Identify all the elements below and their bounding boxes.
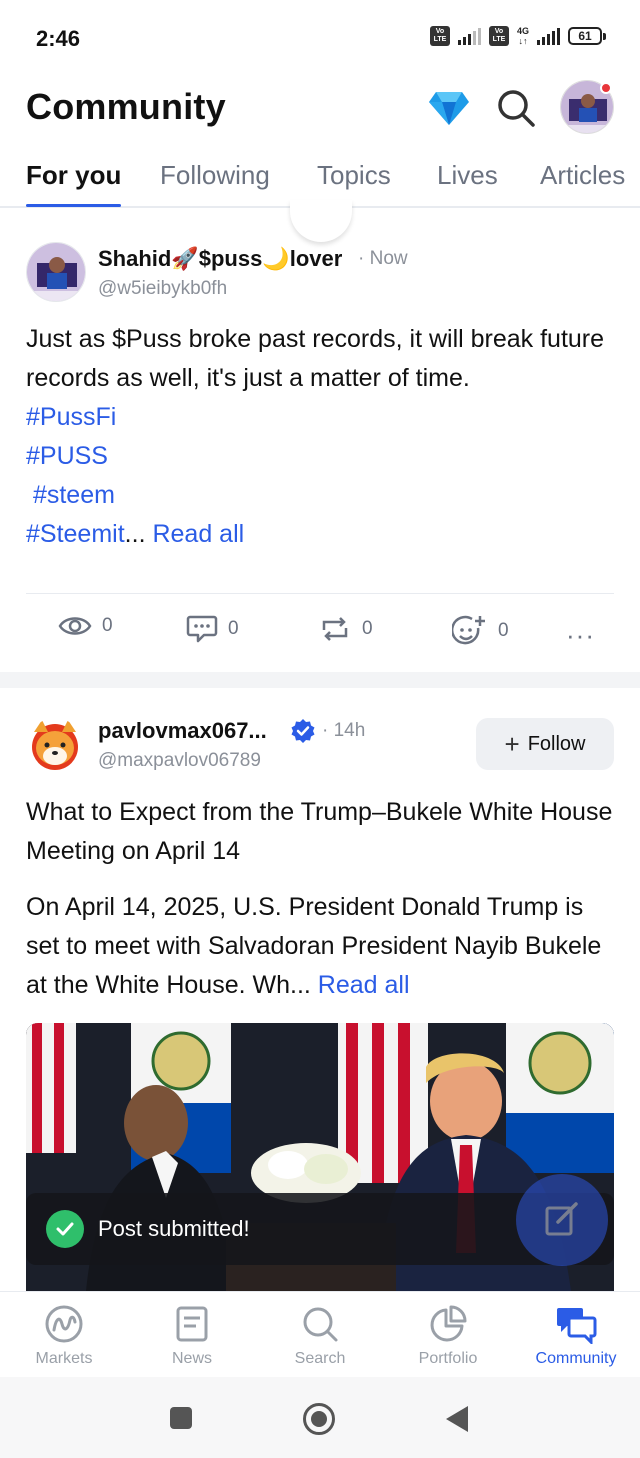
- comment-button[interactable]: 0: [186, 614, 239, 644]
- volte-icon-2: Vo LTE: [488, 26, 509, 46]
- toast-message: Post submitted!: [98, 1216, 250, 1241]
- nav-label-markets: Markets: [35, 1350, 93, 1367]
- plus-icon: +: [504, 729, 520, 759]
- reactions-count: 0: [498, 620, 509, 641]
- bottom-navigation: Markets News Search Portfolio Community: [0, 1291, 640, 1377]
- community-icon: [557, 1308, 597, 1344]
- divider: [26, 593, 614, 594]
- status-bar: 2:46 Vo LTE Vo LTE 4G ↓↑ 61: [0, 0, 640, 76]
- post-author-name[interactable]: Shahid🚀$puss🌙lover: [98, 246, 342, 272]
- nav-markets[interactable]: Markets: [14, 1304, 114, 1368]
- tab-lives[interactable]: Lives: [437, 160, 498, 191]
- read-all-link-2[interactable]: Read all: [318, 971, 410, 999]
- app-header: Community: [0, 76, 640, 140]
- follow-button[interactable]: + Follow: [476, 718, 614, 770]
- battery-level: 61: [568, 27, 602, 45]
- signal-icon: [457, 27, 481, 45]
- text-ellipsis: ...: [124, 520, 146, 548]
- portfolio-icon: [430, 1305, 467, 1342]
- nav-label-portfolio: Portfolio: [418, 1350, 478, 1367]
- post-body-text-2: On April 14, 2025, U.S. President Donald…: [26, 893, 602, 999]
- hashtag-steem[interactable]: #steem: [26, 476, 616, 515]
- comment-icon: [186, 615, 218, 643]
- post-time: · Now: [358, 248, 408, 269]
- back-button[interactable]: [446, 1406, 468, 1432]
- add-reaction-icon: [452, 615, 485, 645]
- nav-portfolio[interactable]: Portfolio: [398, 1304, 498, 1368]
- read-all-link[interactable]: Read all: [152, 520, 244, 548]
- system-navigation-bar: [0, 1377, 640, 1458]
- hashtag-steemit[interactable]: #Steemit: [26, 520, 125, 548]
- post-body[interactable]: Just as $Puss broke past records, it wil…: [26, 320, 616, 554]
- post-separator: [0, 672, 640, 688]
- comments-count: 0: [228, 618, 239, 639]
- edit-icon: [545, 1202, 578, 1236]
- post-author-avatar-2[interactable]: [28, 718, 82, 772]
- post-author-avatar[interactable]: [26, 242, 86, 302]
- search-icon: [303, 1307, 338, 1342]
- post-author-handle-2: @maxpavlov06789: [98, 750, 261, 771]
- tab-topics[interactable]: Topics: [317, 160, 391, 191]
- reaction-button[interactable]: 0: [452, 614, 509, 648]
- search-icon[interactable]: [494, 86, 538, 130]
- views-stat: 0: [58, 614, 113, 638]
- nav-community[interactable]: Community: [526, 1304, 626, 1368]
- battery-icon: 61: [568, 27, 606, 45]
- status-time: 2:46: [36, 26, 81, 51]
- repost-button[interactable]: 0: [318, 614, 373, 644]
- active-tab-indicator: [26, 204, 121, 207]
- post-author-handle: @w5ieibykb0fh: [98, 278, 228, 299]
- refresh-indicator: [290, 200, 352, 242]
- tab-following[interactable]: Following: [160, 160, 270, 191]
- network-type: 4G ↓↑: [516, 26, 529, 46]
- nav-label-search: Search: [294, 1350, 346, 1367]
- nav-label-news: News: [171, 1350, 212, 1367]
- nav-label-community: Community: [535, 1350, 617, 1367]
- news-icon: [176, 1306, 208, 1342]
- volte-icon: Vo LTE: [429, 26, 450, 46]
- signal-icon-2: [537, 27, 560, 45]
- home-button-inner: [311, 1411, 327, 1427]
- reposts-count: 0: [362, 618, 373, 639]
- page-title: Community: [26, 86, 226, 127]
- compose-post-button[interactable]: [516, 1174, 608, 1266]
- post-title[interactable]: What to Expect from the Trump–Bukele Whi…: [26, 793, 616, 871]
- repost-icon: [322, 617, 348, 641]
- post-body-text: Just as $Puss broke past records, it wil…: [26, 325, 605, 392]
- post-author-name-2[interactable]: pavlovmax067...: [98, 718, 267, 744]
- eye-icon: [58, 617, 92, 635]
- more-options-icon[interactable]: ···: [566, 620, 595, 651]
- diamond-icon[interactable]: [428, 90, 470, 126]
- check-circle-icon: [46, 1210, 84, 1248]
- follow-label: Follow: [527, 732, 586, 755]
- hashtag-pussfi[interactable]: #PussFi: [26, 398, 616, 437]
- views-count: 0: [102, 615, 113, 636]
- markets-icon: [45, 1305, 83, 1343]
- status-icons: Vo LTE Vo LTE 4G ↓↑ 61: [429, 26, 606, 46]
- tab-articles[interactable]: Articles: [540, 160, 625, 191]
- recent-apps-button[interactable]: [170, 1407, 192, 1429]
- nav-news[interactable]: News: [142, 1304, 242, 1368]
- verified-badge-icon: [291, 719, 315, 743]
- notification-dot: [600, 82, 612, 94]
- post-body-2[interactable]: On April 14, 2025, U.S. President Donald…: [26, 888, 616, 1005]
- hashtag-puss[interactable]: #PUSS: [26, 437, 616, 476]
- post-time-2: · 14h: [322, 720, 366, 741]
- tab-for-you[interactable]: For you: [26, 160, 121, 191]
- nav-search[interactable]: Search: [270, 1304, 370, 1368]
